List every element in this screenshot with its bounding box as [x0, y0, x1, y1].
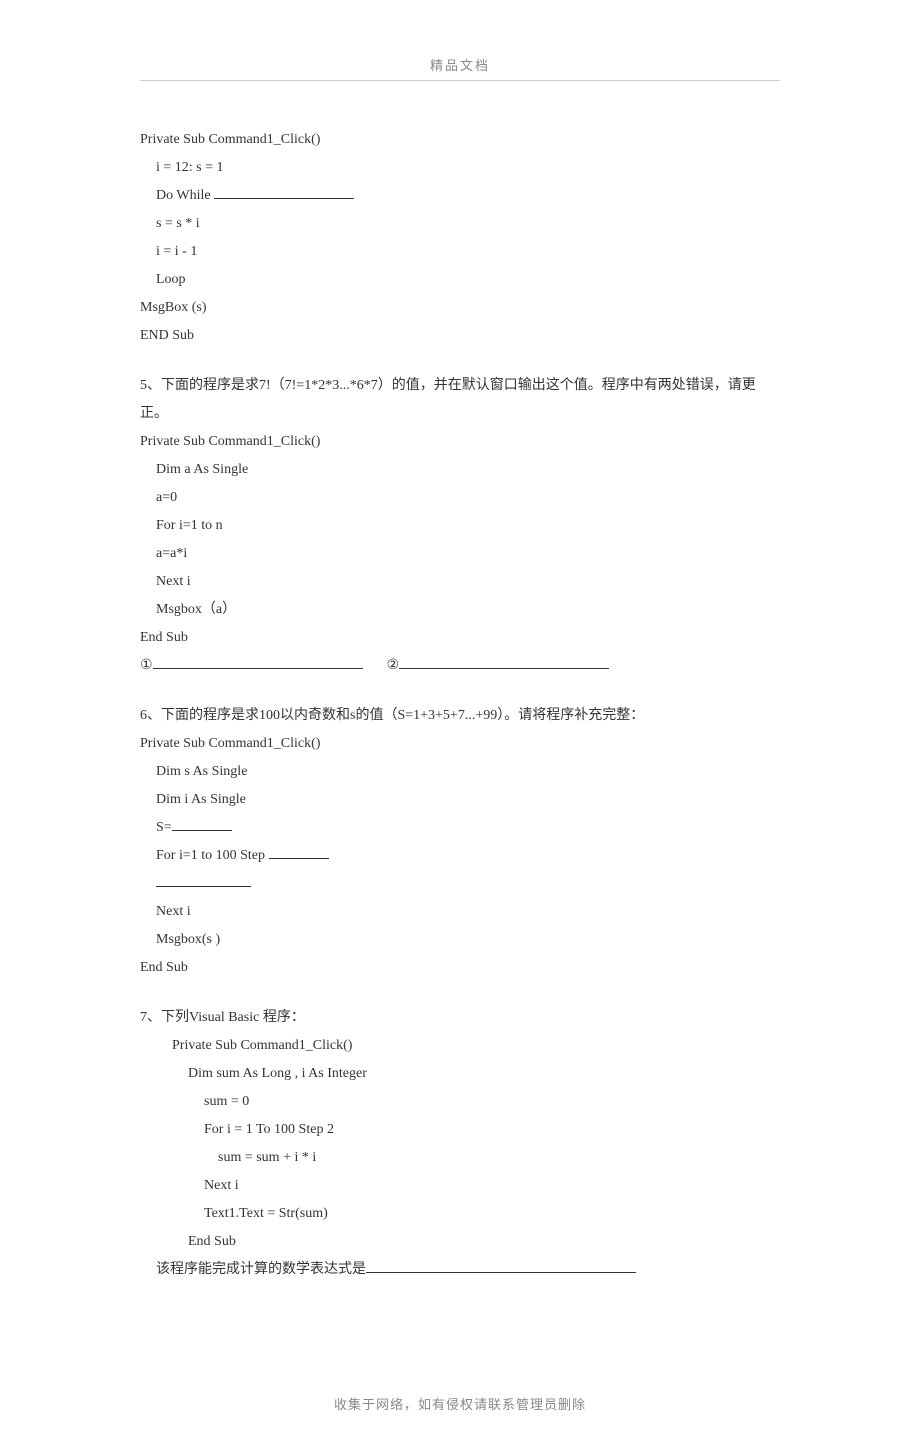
code-text: Do While: [156, 188, 214, 203]
code-line: End Sub: [140, 1228, 780, 1256]
circled-number-2: ②: [387, 652, 400, 680]
question-7: 7、下列Visual Basic 程序： Private Sub Command…: [140, 1004, 780, 1284]
circled-number-1: ①: [140, 652, 153, 680]
code-line: s = s * i: [140, 210, 780, 238]
code-text: For i=1 to 100 Step: [156, 848, 269, 863]
code-line: sum = sum + i * i: [140, 1144, 780, 1172]
code-text: S=: [156, 820, 172, 835]
fill-blank: [399, 655, 609, 669]
code-line: END Sub: [140, 322, 780, 350]
document-content: Private Sub Command1_Click() i = 12: s =…: [140, 126, 780, 1284]
code-line: For i = 1 To 100 Step 2: [140, 1116, 780, 1144]
fill-blank: [156, 873, 251, 887]
code-line: a=0: [140, 484, 780, 512]
code-line: Text1.Text = Str(sum): [140, 1200, 780, 1228]
code-line: Msgbox（a）: [140, 596, 780, 624]
code-line: Msgbox(s ): [140, 926, 780, 954]
code-line: sum = 0: [140, 1088, 780, 1116]
code-line: For i=1 to n: [140, 512, 780, 540]
fill-blank: [214, 185, 354, 199]
question-6: 6、下面的程序是求100以内奇数和s的值（S=1+3+5+7...+99）。请将…: [140, 702, 780, 982]
fill-blank: [269, 845, 329, 859]
question-text: 该程序能完成计算的数学表达式是: [140, 1256, 780, 1284]
code-line: a=a*i: [140, 540, 780, 568]
answer-blanks-row: ① ②: [140, 652, 780, 680]
question-5: 5、下面的程序是求7!（7!=1*2*3...*6*7）的值，并在默认窗口输出这…: [140, 372, 780, 680]
code-line: i = i - 1: [140, 238, 780, 266]
code-line: Dim i As Single: [140, 786, 780, 814]
question-intro: 5、下面的程序是求7!（7!=1*2*3...*6*7）的值，并在默认窗口输出这…: [140, 372, 780, 428]
footer-text: 收集于网络，如有侵权请联系管理员删除: [140, 1394, 780, 1413]
question-prompt: 该程序能完成计算的数学表达式是: [156, 1262, 366, 1277]
code-line: Next i: [140, 568, 780, 596]
code-line: [140, 870, 780, 898]
code-line: Private Sub Command1_Click(): [140, 126, 780, 154]
answer-blank-1: ①: [140, 652, 363, 680]
header-divider: [140, 80, 780, 81]
answer-blank-2: ②: [387, 652, 610, 680]
fill-blank: [172, 817, 232, 831]
code-line: Private Sub Command1_Click(): [140, 428, 780, 456]
code-line: Dim sum As Long , i As Integer: [140, 1060, 780, 1088]
code-line: S=: [140, 814, 780, 842]
question-intro: 6、下面的程序是求100以内奇数和s的值（S=1+3+5+7...+99）。请将…: [140, 702, 780, 730]
code-line: i = 12: s = 1: [140, 154, 780, 182]
header-title: 精品文档: [140, 55, 780, 80]
fill-blank: [153, 655, 363, 669]
code-line: Next i: [140, 1172, 780, 1200]
code-line: Loop: [140, 266, 780, 294]
code-line: End Sub: [140, 624, 780, 652]
fill-blank: [366, 1259, 636, 1273]
code-line: Dim a As Single: [140, 456, 780, 484]
code-line: Dim s As Single: [140, 758, 780, 786]
code-block-1: Private Sub Command1_Click() i = 12: s =…: [140, 126, 780, 350]
code-line: End Sub: [140, 954, 780, 982]
question-intro: 7、下列Visual Basic 程序：: [140, 1004, 780, 1032]
code-line: MsgBox (s): [140, 294, 780, 322]
code-line: Do While: [140, 182, 780, 210]
document-page: 精品文档 Private Sub Command1_Click() i = 12…: [0, 0, 920, 1453]
code-line: Private Sub Command1_Click(): [140, 730, 780, 758]
code-line: Next i: [140, 898, 780, 926]
code-line: For i=1 to 100 Step: [140, 842, 780, 870]
code-line: Private Sub Command1_Click(): [140, 1032, 780, 1060]
